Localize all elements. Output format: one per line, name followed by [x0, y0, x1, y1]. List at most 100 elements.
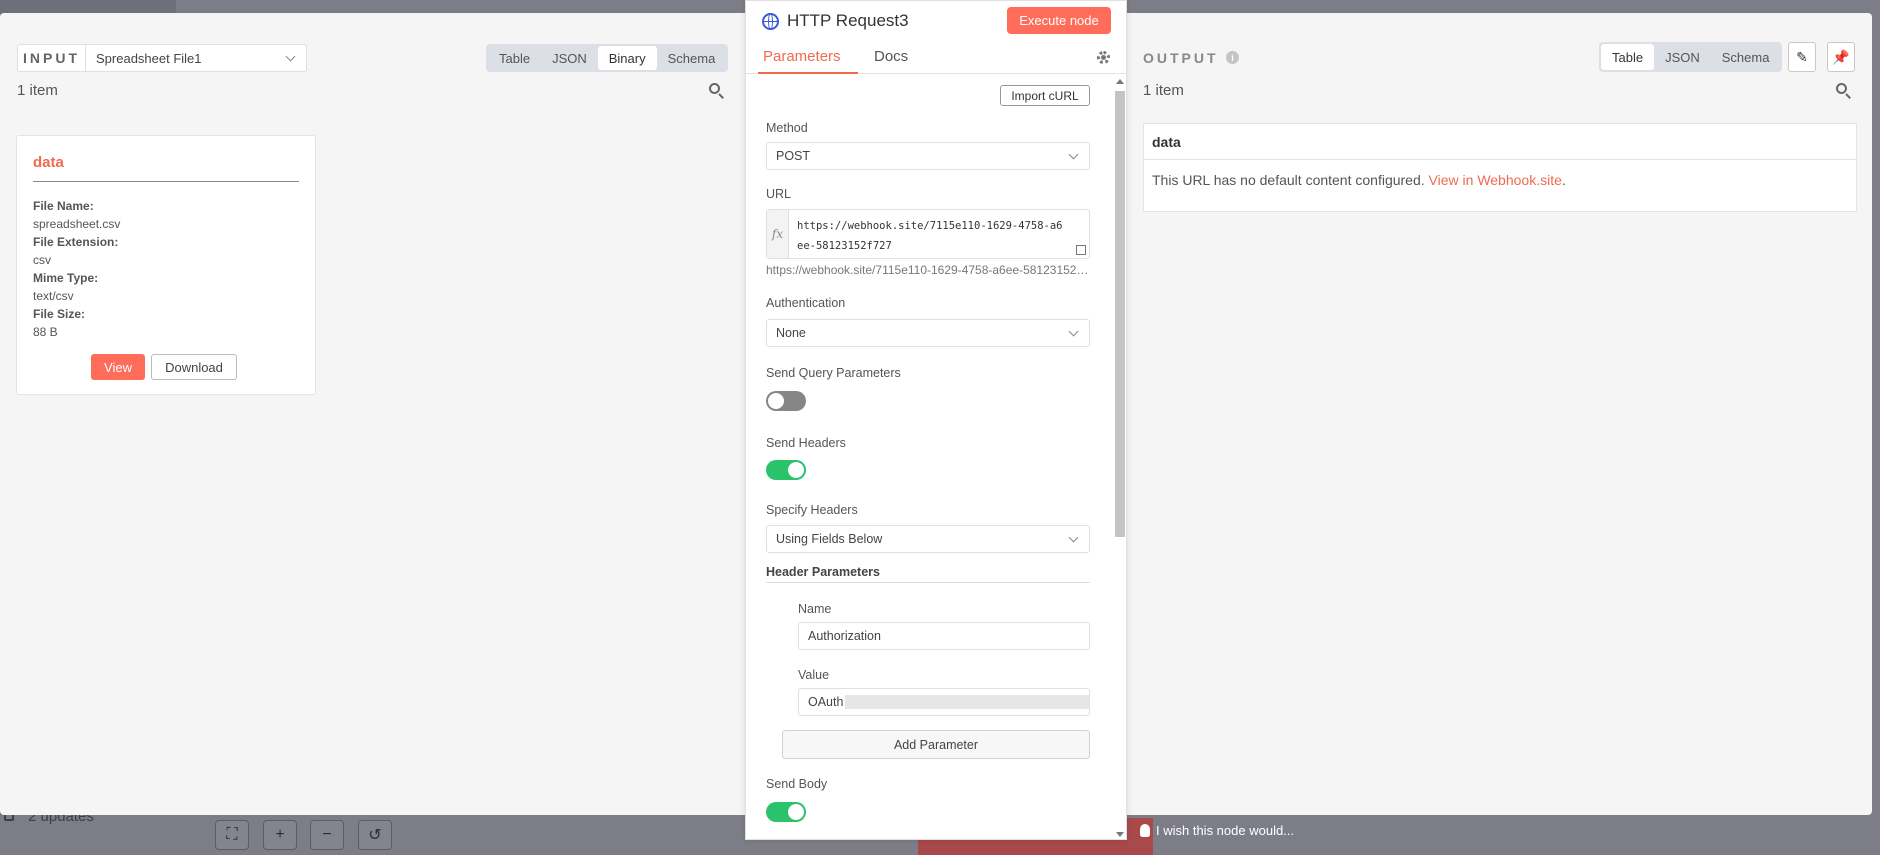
zoom-in-icon[interactable]: + [263, 820, 297, 850]
input-tab-json[interactable]: JSON [541, 46, 598, 70]
download-button[interactable]: Download [151, 354, 237, 380]
header-parameters-label: Header Parameters [766, 565, 880, 579]
output-table: data This URL has no default content con… [1143, 123, 1857, 212]
chevron-down-icon [1068, 326, 1079, 337]
table-cell: This URL has no default content configur… [1152, 172, 1566, 188]
search-icon[interactable] [709, 83, 725, 99]
lightbulb-icon [1140, 823, 1150, 837]
execute-node-button[interactable]: Execute node [1007, 7, 1111, 34]
authentication-select[interactable]: None [766, 319, 1090, 347]
expression-icon: fx [767, 210, 789, 258]
feedback-prompt[interactable]: I wish this node would... [1140, 820, 1294, 840]
node-tabs: Parameters Docs [746, 45, 1126, 74]
header-value-input[interactable]: OAuth [798, 688, 1090, 716]
output-tab-schema[interactable]: Schema [1711, 44, 1781, 70]
chevron-down-icon [1068, 149, 1079, 160]
info-icon[interactable]: i [1226, 51, 1239, 64]
column-header-data: data [1152, 134, 1181, 150]
send-headers-label: Send Headers [766, 436, 846, 450]
node-parameters-panel: HTTP Request3 Execute node Parameters Do… [745, 0, 1127, 840]
parameters-form: Import cURL Method POST URL fx https://w… [746, 75, 1108, 840]
tab-docs[interactable]: Docs [874, 48, 908, 65]
import-curl-button[interactable]: Import cURL [1000, 85, 1090, 106]
pencil-icon: ✎ [1796, 48, 1808, 65]
url-value: https://webhook.site/7115e110-1629-4758-… [797, 220, 1063, 252]
url-label: URL [766, 187, 792, 201]
zoom-out-icon[interactable]: − [310, 820, 344, 850]
url-input[interactable]: fx https://webhook.site/7115e110-1629-47… [766, 209, 1090, 259]
specify-headers-value: Using Fields Below [776, 532, 883, 546]
send-body-toggle[interactable] [766, 802, 806, 822]
input-label: INPUT [17, 44, 85, 72]
file-extension-value: csv [33, 253, 51, 267]
output-item-count: 1 item [1143, 82, 1184, 99]
mime-type-key: Mime Type: [33, 271, 99, 285]
output-view-tabs: Table JSON Schema [1599, 42, 1783, 72]
undo-icon[interactable]: ↺ [358, 820, 392, 850]
file-size-value: 88 B [33, 325, 58, 339]
method-label: Method [766, 121, 808, 135]
file-size-key: File Size: [33, 307, 86, 321]
active-tab-indicator [758, 72, 858, 74]
binary-title: data [33, 154, 64, 171]
specify-headers-label: Specify Headers [766, 503, 858, 517]
input-tab-binary[interactable]: Binary [597, 46, 657, 70]
output-label: OUTPUT [1143, 50, 1219, 66]
view-in-webhook-link[interactable]: View in Webhook.site [1429, 172, 1562, 188]
globe-icon [762, 12, 779, 30]
search-icon[interactable] [1836, 83, 1852, 99]
scrollbar[interactable] [1113, 77, 1125, 839]
gear-icon[interactable] [1097, 51, 1110, 64]
input-item-count: 1 item [17, 82, 58, 99]
view-button[interactable]: View [91, 354, 145, 380]
redacted-value [845, 695, 1089, 709]
binary-data-card: data File Name: spreadsheet.csv File Ext… [16, 135, 316, 395]
method-select[interactable]: POST [766, 142, 1090, 170]
input-header: INPUT Spreadsheet File1 [17, 44, 307, 72]
url-preview: https://webhook.site/7115e110-1629-4758-… [766, 263, 1090, 277]
input-view-tabs: Table JSON Binary Schema [486, 44, 729, 72]
chevron-down-icon [1068, 532, 1079, 543]
pin-data-button[interactable]: 📌 [1827, 42, 1855, 72]
scroll-up-icon[interactable] [1116, 79, 1124, 84]
file-extension-key: File Extension: [33, 235, 119, 249]
divider [33, 181, 299, 182]
name-label: Name [798, 602, 832, 616]
node-header: HTTP Request3 [762, 11, 909, 31]
scrollbar-thumb[interactable] [1115, 91, 1125, 537]
header-value-value: OAuth [808, 695, 844, 709]
header-name-value: Authorization [808, 629, 881, 643]
input-node-value: Spreadsheet File1 [96, 50, 202, 66]
divider [766, 582, 1090, 583]
cell-text: This URL has no default content configur… [1152, 172, 1425, 188]
output-tab-json[interactable]: JSON [1654, 44, 1711, 70]
value-label: Value [798, 668, 830, 682]
cell-suffix: . [1561, 172, 1566, 188]
file-name-key: File Name: [33, 199, 94, 213]
fit-view-icon[interactable]: ⛶ [215, 820, 249, 850]
input-tab-schema[interactable]: Schema [657, 46, 727, 70]
file-name-value: spreadsheet.csv [33, 217, 121, 231]
add-parameter-button[interactable]: Add Parameter [782, 730, 1090, 759]
expand-icon[interactable] [1076, 245, 1086, 255]
input-tab-table[interactable]: Table [488, 46, 541, 70]
input-node-select[interactable]: Spreadsheet File1 [85, 44, 307, 72]
table-header: data [1144, 124, 1856, 160]
node-title[interactable]: HTTP Request3 [787, 11, 909, 31]
method-value: POST [776, 149, 811, 163]
send-body-label: Send Body [766, 777, 828, 791]
pin-icon: 📌 [1832, 48, 1850, 65]
chevron-down-icon [285, 51, 296, 62]
mime-type-value: text/csv [33, 289, 74, 303]
scroll-down-icon[interactable] [1116, 832, 1124, 837]
tab-parameters[interactable]: Parameters [763, 48, 841, 65]
send-query-toggle[interactable] [766, 391, 806, 411]
header-name-input[interactable]: Authorization [798, 622, 1090, 650]
feedback-label: I wish this node would... [1156, 822, 1295, 838]
edit-output-button[interactable]: ✎ [1788, 42, 1816, 72]
authentication-value: None [776, 326, 806, 340]
authentication-label: Authentication [766, 296, 846, 310]
output-tab-table[interactable]: Table [1601, 44, 1655, 70]
specify-headers-select[interactable]: Using Fields Below [766, 525, 1090, 553]
send-headers-toggle[interactable] [766, 460, 806, 480]
